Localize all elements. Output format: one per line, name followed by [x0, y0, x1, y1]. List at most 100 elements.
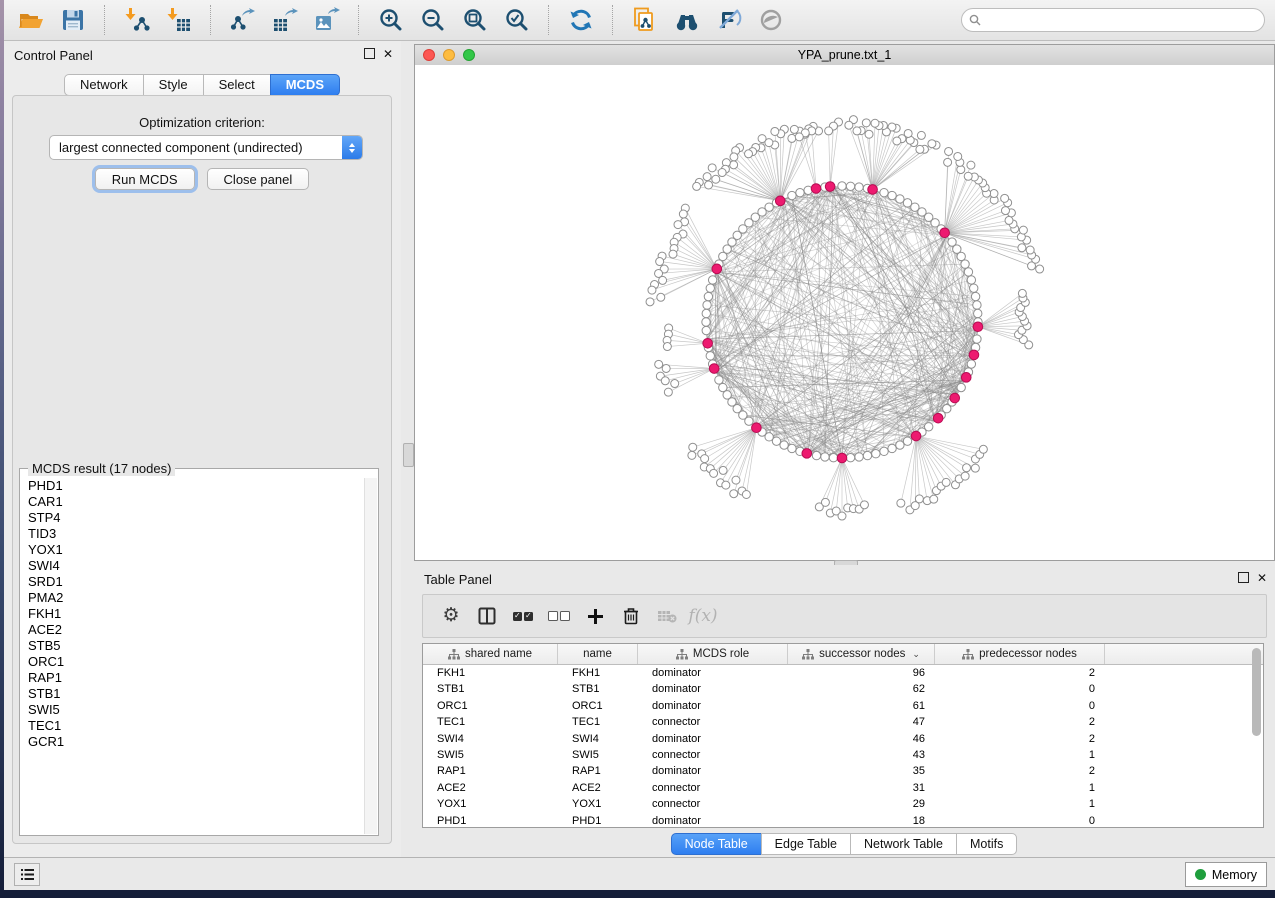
graph-node[interactable] — [838, 512, 846, 520]
close-table-panel-icon[interactable]: ✕ — [1257, 573, 1267, 583]
export-image-icon[interactable] — [314, 7, 340, 33]
vertical-splitter-handle[interactable] — [403, 443, 414, 467]
graph-node[interactable] — [648, 286, 656, 294]
graph-node[interactable] — [730, 153, 738, 161]
graph-hub-node[interactable] — [950, 393, 960, 403]
graph-hub-node[interactable] — [703, 338, 713, 348]
mcds-result-item[interactable]: STB5 — [21, 638, 365, 654]
mcds-result-item[interactable]: RAP1 — [21, 670, 365, 686]
delete-column-button[interactable] — [613, 603, 649, 629]
graph-node[interactable] — [732, 476, 740, 484]
graph-hub-node[interactable] — [961, 373, 971, 383]
graph-node[interactable] — [829, 454, 837, 462]
float-table-panel-icon[interactable] — [1238, 572, 1249, 583]
graph-node[interactable] — [674, 221, 682, 229]
mcds-result-item[interactable]: FKH1 — [21, 606, 365, 622]
table-row[interactable]: TEC1TEC1connector472 — [423, 714, 1263, 730]
graph-node[interactable] — [888, 444, 896, 452]
graph-node[interactable] — [788, 444, 796, 452]
graph-hub-node[interactable] — [709, 364, 719, 374]
binoculars-icon[interactable] — [674, 7, 700, 33]
graph-node[interactable] — [974, 309, 982, 317]
graph-node[interactable] — [961, 472, 969, 480]
graph-node[interactable] — [821, 453, 829, 461]
deselect-all-button[interactable] — [541, 603, 577, 629]
graph-node[interactable] — [790, 125, 798, 133]
close-panel-button[interactable]: Close panel — [207, 168, 310, 190]
graph-hub-node[interactable] — [973, 322, 983, 332]
mcds-result-item[interactable]: SWI5 — [21, 702, 365, 718]
graph-node[interactable] — [659, 276, 667, 284]
graph-node[interactable] — [990, 190, 998, 198]
graph-node[interactable] — [903, 437, 911, 445]
graph-node[interactable] — [872, 450, 880, 458]
graph-node[interactable] — [745, 150, 753, 158]
graph-node[interactable] — [963, 464, 971, 472]
graph-node[interactable] — [1001, 207, 1009, 215]
graph-node[interactable] — [971, 292, 979, 300]
mcds-result-item[interactable]: ORC1 — [21, 654, 365, 670]
save-icon[interactable] — [60, 7, 86, 33]
graph-hub-node[interactable] — [868, 185, 878, 195]
mcds-result-item[interactable]: STP4 — [21, 510, 365, 526]
graph-hub-node[interactable] — [969, 350, 979, 360]
graph-node[interactable] — [703, 301, 711, 309]
column-header-predecessor-nodes[interactable]: predecessor nodes — [935, 644, 1105, 664]
graph-node[interactable] — [703, 173, 711, 181]
graph-node[interactable] — [780, 441, 788, 449]
graph-node[interactable] — [825, 127, 833, 135]
graph-node[interactable] — [973, 301, 981, 309]
vertical-splitter[interactable] — [401, 41, 414, 858]
graph-node[interactable] — [706, 284, 714, 292]
table-row[interactable]: ORC1ORC1dominator610 — [423, 698, 1263, 714]
graph-node[interactable] — [967, 161, 975, 169]
search-input[interactable] — [986, 12, 1257, 28]
graph-node[interactable] — [742, 490, 750, 498]
table-scrollbar[interactable] — [1252, 648, 1261, 736]
graph-node[interactable] — [957, 252, 965, 260]
graph-node[interactable] — [730, 490, 738, 498]
graph-node[interactable] — [846, 182, 854, 190]
graph-node[interactable] — [880, 447, 888, 455]
graph-node[interactable] — [846, 454, 854, 462]
graph-node[interactable] — [1026, 246, 1034, 254]
mcds-result-item[interactable]: SRD1 — [21, 574, 365, 590]
graph-node[interactable] — [771, 127, 779, 135]
table-row[interactable]: PHD1PHD1dominator180 — [423, 813, 1263, 828]
graph-hub-node[interactable] — [811, 184, 821, 194]
graph-hub-node[interactable] — [940, 228, 950, 238]
column-header-successor-nodes[interactable]: successor nodes⌄ — [788, 644, 935, 664]
tab-mcds[interactable]: MCDS — [270, 74, 340, 96]
graph-hub-node[interactable] — [775, 196, 785, 206]
table-row[interactable]: STB1STB1dominator620 — [423, 681, 1263, 697]
graph-node[interactable] — [821, 498, 829, 506]
graph-node[interactable] — [679, 210, 687, 218]
graph-node[interactable] — [657, 293, 665, 301]
graph-node[interactable] — [719, 466, 727, 474]
table-row[interactable]: YOX1YOX1connector291 — [423, 796, 1263, 812]
tab-style[interactable]: Style — [143, 74, 204, 96]
graph-node[interactable] — [708, 276, 716, 284]
graph-node[interactable] — [954, 152, 962, 160]
graph-node[interactable] — [971, 464, 979, 472]
graph-node[interactable] — [855, 183, 863, 191]
search-field[interactable] — [961, 8, 1265, 32]
show-columns-button[interactable] — [469, 603, 505, 629]
graph-node[interactable] — [915, 495, 923, 503]
graph-node[interactable] — [693, 182, 701, 190]
run-mcds-button[interactable]: Run MCDS — [95, 168, 195, 190]
table-row[interactable]: SWI4SWI4dominator462 — [423, 731, 1263, 747]
table-tab-edge-table[interactable]: Edge Table — [761, 833, 851, 855]
graph-node[interactable] — [853, 127, 861, 135]
tab-select[interactable]: Select — [203, 74, 271, 96]
mcds-result-scrollbar[interactable] — [364, 478, 377, 834]
graph-node[interactable] — [871, 119, 879, 127]
mcds-result-item[interactable]: YOX1 — [21, 542, 365, 558]
maximize-window-icon[interactable] — [463, 49, 475, 61]
column-header-shared-name[interactable]: shared name — [423, 644, 558, 664]
graph-node[interactable] — [663, 343, 671, 351]
graph-node[interactable] — [916, 145, 924, 153]
graph-node[interactable] — [944, 158, 952, 166]
network-from-selection-icon[interactable] — [632, 7, 658, 33]
zoom-fit-icon[interactable] — [462, 7, 488, 33]
